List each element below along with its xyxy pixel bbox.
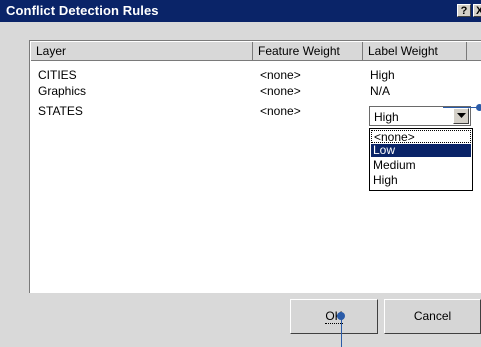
cancel-button[interactable]: Cancel [384, 299, 481, 334]
dropdown-option-high[interactable]: High [371, 174, 471, 187]
layer-name: CITIES [38, 68, 77, 82]
label-weight-value: N/A [370, 84, 391, 98]
close-button[interactable]: X [473, 4, 481, 17]
combobox-value: High [374, 110, 399, 124]
layer-weight-list[interactable]: Layer Feature Weight Label Weight CITIES… [29, 40, 481, 293]
callout-marker [476, 104, 481, 111]
label-weight-value: High [370, 68, 395, 82]
ok-button[interactable]: OK [290, 299, 378, 334]
dropdown-option-low[interactable]: Low [371, 144, 471, 157]
conflict-detection-dialog: Conflict Detection Rules ? X Layer Featu… [0, 0, 481, 347]
column-header-layer[interactable]: Layer [31, 42, 253, 61]
callout-line [341, 316, 342, 347]
window-title: Conflict Detection Rules [6, 3, 159, 18]
feature-weight-value: <none> [260, 84, 301, 98]
dropdown-option-medium[interactable]: Medium [371, 159, 471, 172]
layer-name: Graphics [38, 84, 87, 98]
help-button[interactable]: ? [457, 4, 471, 17]
callout-marker [337, 312, 345, 320]
label-weight-combobox[interactable]: High [369, 106, 471, 126]
column-header-extra[interactable] [467, 42, 481, 61]
label-weight-dropdown-list: <none> Low Medium High [369, 128, 473, 191]
title-bar[interactable]: Conflict Detection Rules ? X [0, 0, 481, 22]
feature-weight-value: <none> [260, 68, 301, 82]
chevron-down-icon[interactable] [453, 108, 469, 124]
layer-name: STATES [38, 104, 83, 118]
column-header-feature-weight[interactable]: Feature Weight [253, 42, 363, 61]
feature-weight-value: <none> [260, 104, 301, 118]
dropdown-option-none[interactable]: <none> [371, 130, 471, 144]
column-header-label-weight[interactable]: Label Weight [363, 42, 467, 61]
